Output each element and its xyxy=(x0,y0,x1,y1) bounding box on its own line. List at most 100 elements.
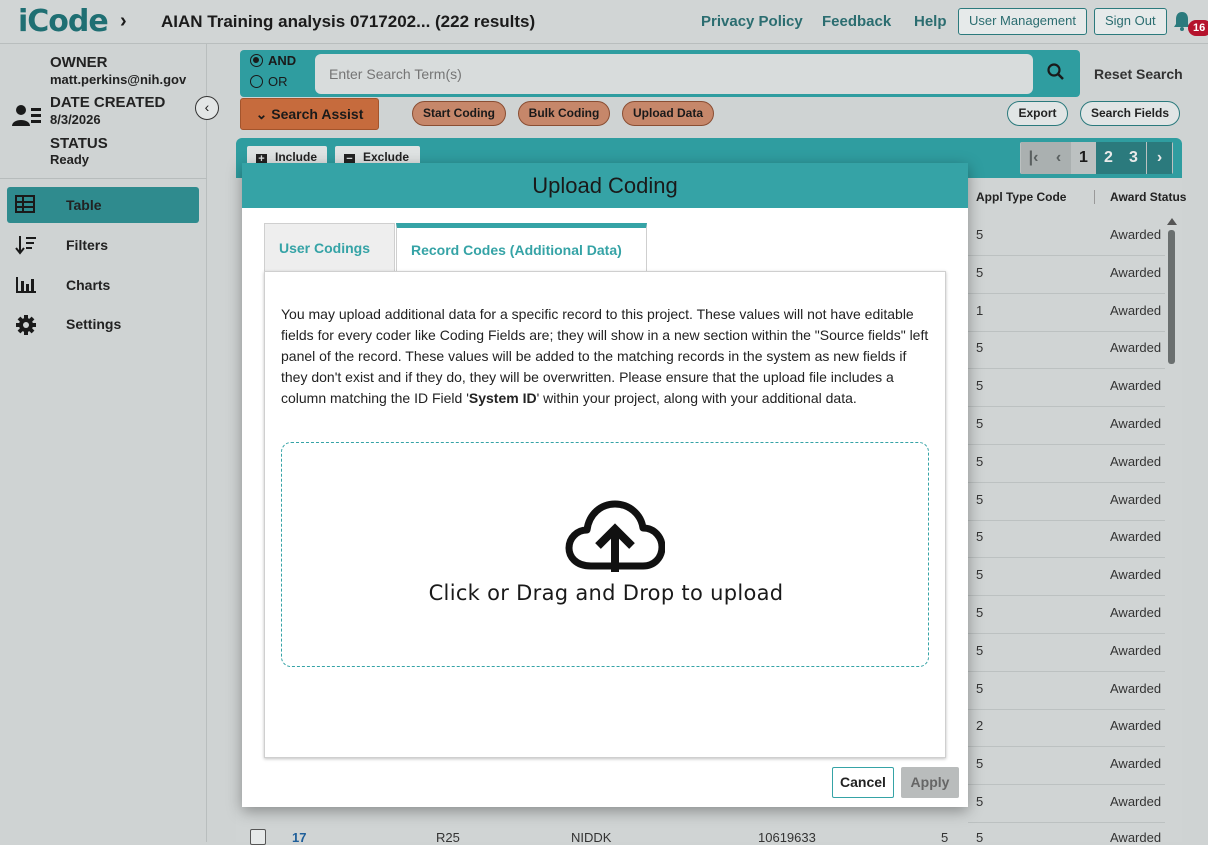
sort-icon xyxy=(15,236,36,255)
award-status-cell: Awarded xyxy=(1110,794,1162,809)
sidebar-item-label: Settings xyxy=(66,316,122,332)
activity-cell: R25 xyxy=(436,830,460,845)
or-radio[interactable]: OR xyxy=(250,74,288,89)
gear-icon xyxy=(16,315,36,335)
column-header-award-status[interactable]: Award Status xyxy=(1110,190,1186,204)
owner-value: matt.perkins@nih.gov xyxy=(50,72,187,87)
row-divider xyxy=(968,633,1165,634)
award-status-cell: Awarded xyxy=(1110,340,1162,355)
appl-type-cell: 5 xyxy=(976,454,984,469)
help-link[interactable]: Help xyxy=(914,13,947,30)
notification-badge: 16 xyxy=(1188,20,1208,36)
first-page-icon[interactable]: |‹ xyxy=(1021,142,1046,174)
prev-page-icon[interactable]: ‹ xyxy=(1046,142,1071,174)
row-divider xyxy=(968,293,1165,294)
exclude-label: Exclude xyxy=(363,150,410,164)
row-divider xyxy=(968,557,1165,558)
award-status-cell: Awarded xyxy=(1110,605,1162,620)
radio-unselected-icon xyxy=(250,75,263,88)
award-status-cell: Awarded xyxy=(1110,681,1162,696)
row-divider xyxy=(968,331,1165,332)
left-panel: OWNER matt.perkins@nih.gov DATE CREATED … xyxy=(0,44,219,842)
sidebar-item-charts[interactable]: Charts xyxy=(7,267,199,303)
search-assist-button[interactable]: ⌄ Search Assist xyxy=(240,98,379,130)
award-status-cell: Awarded xyxy=(1110,227,1162,242)
tab-record-codes[interactable]: Record Codes (Additional Data) xyxy=(396,223,647,271)
table-icon xyxy=(15,195,35,213)
appl-type-cell: 5 xyxy=(976,756,984,771)
date-created-value: 8/3/2026 xyxy=(50,112,101,127)
appl-type-cell: 5 xyxy=(976,340,984,355)
row-divider xyxy=(968,671,1165,672)
appl-type-cell: 5 xyxy=(976,265,984,280)
user-management-button[interactable]: User Management xyxy=(958,8,1087,35)
pagination: |‹ ‹ 1 2 3 › xyxy=(1020,142,1173,174)
reset-search-button[interactable]: Reset Search xyxy=(1094,66,1183,82)
row-divider xyxy=(968,595,1165,596)
row-divider xyxy=(968,784,1165,785)
row-checkbox[interactable] xyxy=(250,829,266,845)
row-divider xyxy=(968,255,1165,256)
sidebar-item-settings[interactable]: Settings xyxy=(7,306,199,342)
scroll-up-icon[interactable] xyxy=(1167,218,1177,225)
appl-type-cell: 5 xyxy=(976,567,984,582)
column-header-appl-type[interactable]: Appl Type Code xyxy=(976,190,1066,204)
award-status-cell: Awarded xyxy=(1110,492,1162,507)
feedback-link[interactable]: Feedback xyxy=(822,13,891,30)
column-divider xyxy=(1094,190,1095,204)
page-2[interactable]: 2 xyxy=(1096,142,1121,174)
appl-type-cell: 5 xyxy=(976,227,984,242)
sign-out-button[interactable]: Sign Out xyxy=(1094,8,1167,35)
sidebar-item-label: Charts xyxy=(66,277,111,293)
file-drop-zone[interactable]: Click or Drag and Drop to upload xyxy=(281,442,929,667)
page-1[interactable]: 1 xyxy=(1071,142,1096,174)
award-status-cell: Awarded xyxy=(1110,567,1162,582)
row-divider xyxy=(968,406,1165,407)
upload-coding-dialog: Upload Coding User Codings Record Codes … xyxy=(242,163,968,807)
search-icon[interactable] xyxy=(1046,62,1066,82)
tab-user-codings[interactable]: User Codings xyxy=(264,223,395,271)
export-button[interactable]: Export xyxy=(1007,101,1068,126)
chevron-down-icon: ⌄ xyxy=(255,106,268,122)
row-divider xyxy=(968,746,1165,747)
upload-description: You may upload additional data for a spe… xyxy=(281,304,936,409)
drop-zone-label: Click or Drag and Drop to upload xyxy=(428,581,784,605)
award-status-cell: Awarded xyxy=(1110,265,1162,280)
search-assist-label: Search Assist xyxy=(271,106,364,122)
date-created-label: DATE CREATED xyxy=(50,94,166,111)
next-page-icon[interactable]: › xyxy=(1147,142,1172,174)
sidebar-item-filters[interactable]: Filters xyxy=(7,227,199,263)
breadcrumb-chevron-icon: › xyxy=(120,10,127,32)
award-status-cell: Awarded xyxy=(1110,830,1162,845)
sidebar-item-label: Filters xyxy=(66,237,109,253)
row-divider xyxy=(968,368,1165,369)
page-3[interactable]: 3 xyxy=(1121,142,1146,174)
table-scrollbar[interactable] xyxy=(1168,230,1175,364)
app-logo[interactable]: iCode xyxy=(18,4,109,39)
person-details-icon xyxy=(12,105,41,126)
app-header: iCode › AIAN Training analysis 0717202..… xyxy=(0,0,1208,44)
sidebar-item-table[interactable]: Table xyxy=(7,187,199,223)
appl-type-cell: 5 xyxy=(976,643,984,658)
collapse-panel-button[interactable]: ‹ xyxy=(195,96,219,120)
cloud-upload-icon xyxy=(565,500,665,572)
appl-type-cell: 2 xyxy=(976,718,984,733)
project-title: AIAN Training analysis 0717202... (222 r… xyxy=(161,12,536,31)
and-radio[interactable]: AND xyxy=(250,53,296,68)
include-label: Include xyxy=(275,150,318,164)
upload-data-button[interactable]: Upload Data xyxy=(622,101,714,126)
cancel-button[interactable]: Cancel xyxy=(832,767,894,798)
award-status-cell: Awarded xyxy=(1110,454,1162,469)
appl-type-cell: 5 xyxy=(976,529,984,544)
bulk-coding-button[interactable]: Bulk Coding xyxy=(518,101,610,126)
privacy-policy-link[interactable]: Privacy Policy xyxy=(701,13,803,30)
apply-button[interactable]: Apply xyxy=(901,767,959,798)
status-value: Ready xyxy=(50,152,90,167)
record-id-link[interactable]: 17 xyxy=(292,830,306,845)
appl-type-cell: 1 xyxy=(976,303,984,318)
search-fields-button[interactable]: Search Fields xyxy=(1080,101,1180,126)
start-coding-button[interactable]: Start Coding xyxy=(412,101,506,126)
appl-type-cell: 5 xyxy=(976,378,984,393)
search-input[interactable] xyxy=(315,54,1033,94)
radio-selected-icon xyxy=(250,54,263,67)
